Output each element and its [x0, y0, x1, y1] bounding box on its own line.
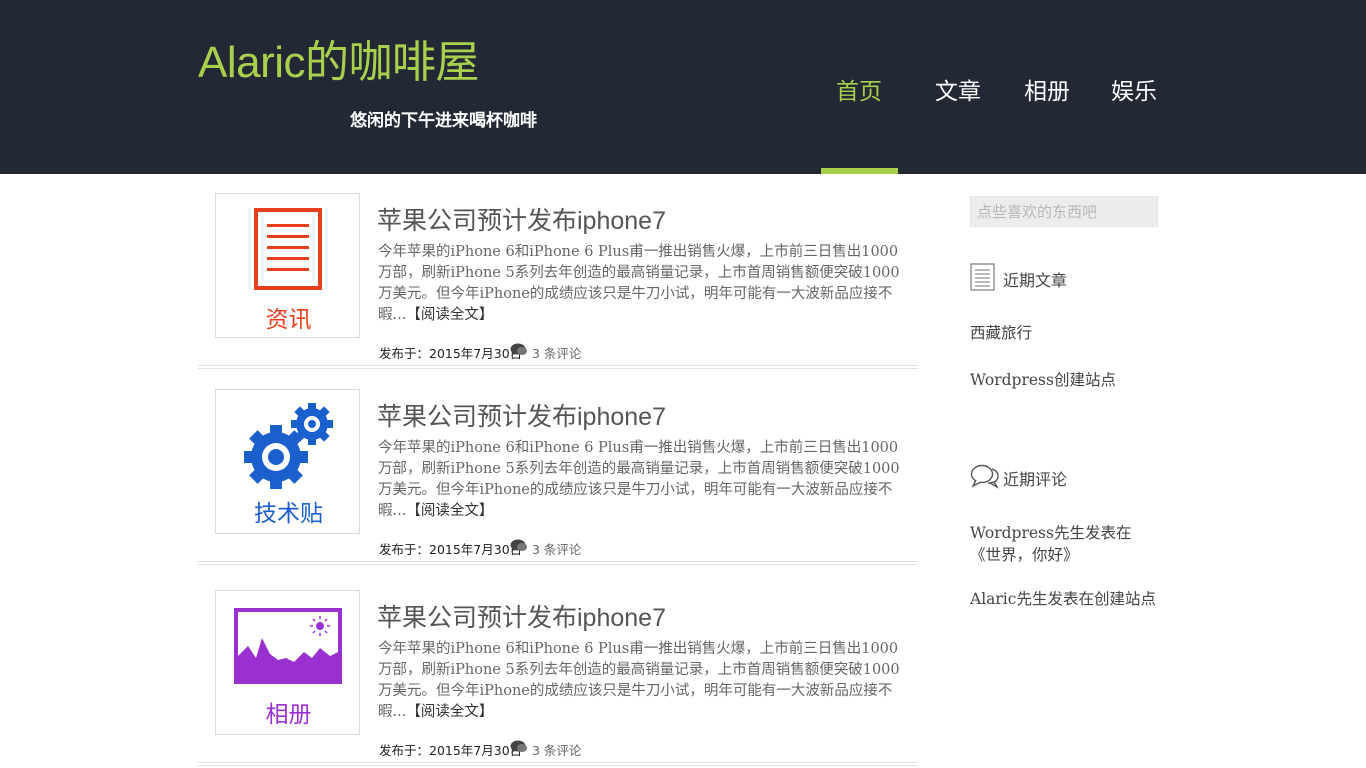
- post-title[interactable]: 苹果公司预计发布iphone7: [377, 598, 666, 634]
- post-comments-link[interactable]: 3 条评论: [510, 343, 582, 362]
- nav-active-indicator: [821, 168, 898, 174]
- recent-post-link[interactable]: Wordpress创建站点: [970, 369, 1160, 391]
- post-comments-count: 3 条评论: [532, 542, 582, 557]
- site-header: Alaric的咖啡屋 悠闲的下午进来喝杯咖啡 首页 文章 相册 娱乐: [0, 0, 1366, 174]
- site-title[interactable]: Alaric的咖啡屋: [198, 26, 480, 90]
- post-date: 发布于：2015年7月30日: [379, 743, 523, 758]
- read-more-link[interactable]: 【阅读全文】: [406, 704, 493, 720]
- post-divider: [198, 561, 918, 565]
- read-more-link[interactable]: 【阅读全文】: [406, 503, 493, 519]
- post-thumbnail[interactable]: 技术贴: [215, 389, 360, 534]
- post-date: 发布于：2015年7月30日: [379, 542, 523, 557]
- recent-post-link[interactable]: 西藏旅行: [970, 322, 1160, 344]
- nav-item-entertainment[interactable]: 娱乐: [1111, 72, 1157, 106]
- post-excerpt: 今年苹果的iPhone 6和iPhone 6 Plus甫一推出销售火爆，上市前三…: [378, 242, 908, 326]
- comments-icon: [970, 464, 999, 489]
- nav-item-albums[interactable]: 相册: [1024, 72, 1070, 106]
- post-divider: [198, 762, 918, 766]
- nav-item-home[interactable]: 首页: [836, 72, 882, 106]
- post-category-label: 相册: [265, 702, 312, 728]
- gears-icon: [244, 403, 333, 489]
- comment-icon: [510, 343, 527, 356]
- post-thumbnail[interactable]: 资讯: [215, 193, 360, 338]
- search-input[interactable]: [970, 196, 1158, 227]
- post-thumbnail[interactable]: 相册: [215, 590, 360, 735]
- site-tagline: 悠闲的下午进来喝杯咖啡: [350, 111, 537, 131]
- document-icon: [254, 208, 322, 290]
- recent-comments-title: 近期评论: [1003, 470, 1068, 489]
- post-excerpt: 今年苹果的iPhone 6和iPhone 6 Plus甫一推出销售火爆，上市前三…: [378, 438, 908, 522]
- post-date: 发布于：2015年7月30日: [379, 346, 523, 361]
- comment-icon: [510, 740, 527, 753]
- post-comments-link[interactable]: 3 条评论: [510, 740, 582, 759]
- comment-icon: [510, 539, 527, 552]
- post-title[interactable]: 苹果公司预计发布iphone7: [377, 201, 666, 237]
- post-title[interactable]: 苹果公司预计发布iphone7: [377, 397, 666, 433]
- post-comments-count: 3 条评论: [532, 743, 582, 758]
- post-comments-link[interactable]: 3 条评论: [510, 539, 582, 558]
- recent-posts-title: 近期文章: [1003, 271, 1068, 290]
- post-divider: [198, 365, 918, 369]
- recent-comment-link[interactable]: Wordpress先生发表在《世界，你好》: [970, 522, 1160, 566]
- post-comments-count: 3 条评论: [532, 346, 582, 361]
- document-icon: [970, 263, 995, 291]
- image-icon: [234, 608, 342, 684]
- post-category-label: 资讯: [265, 307, 312, 333]
- recent-comment-link[interactable]: Alaric先生发表在创建站点: [970, 588, 1160, 610]
- read-more-link[interactable]: 【阅读全文】: [406, 307, 493, 323]
- post-category-label: 技术贴: [254, 501, 323, 527]
- nav-item-articles[interactable]: 文章: [935, 72, 981, 106]
- post-excerpt: 今年苹果的iPhone 6和iPhone 6 Plus甫一推出销售火爆，上市前三…: [378, 639, 908, 723]
